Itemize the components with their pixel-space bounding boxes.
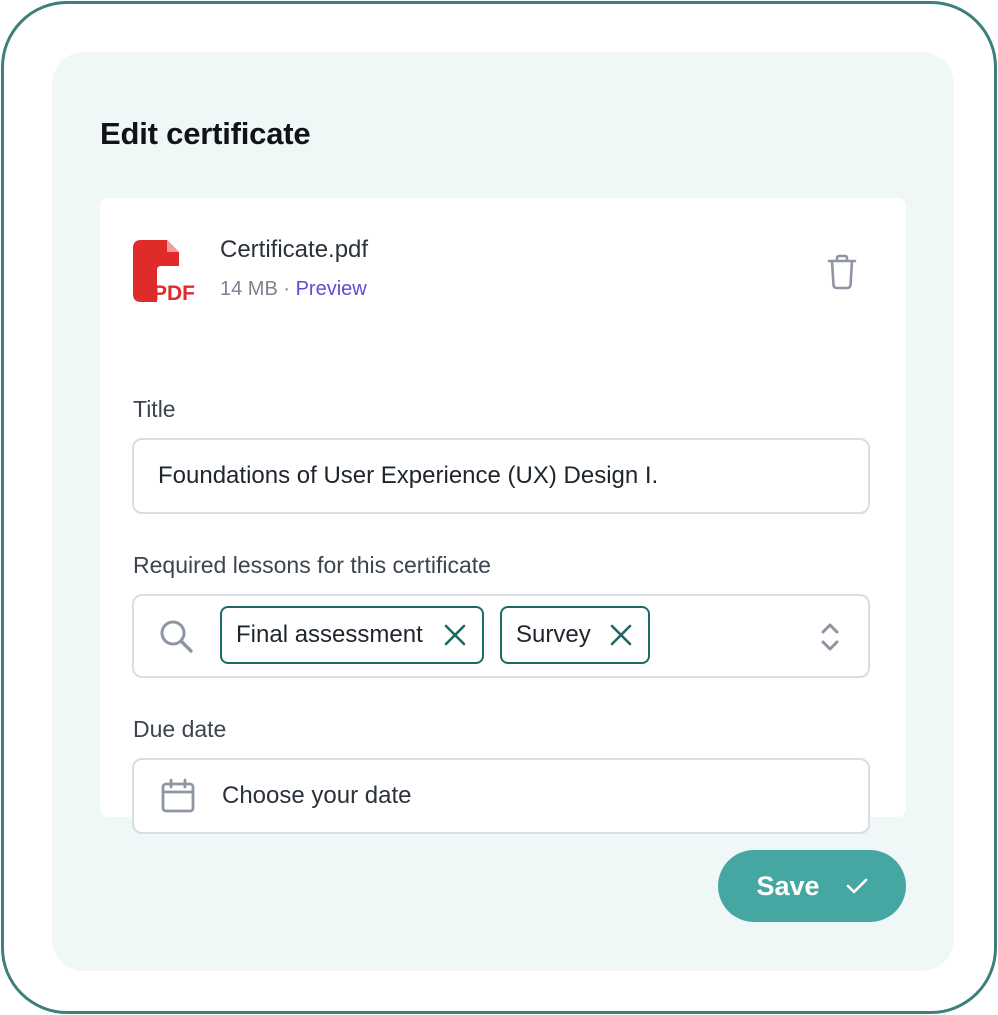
save-button[interactable]: Save [718, 850, 906, 922]
lesson-chip[interactable]: Final assessment [220, 606, 484, 664]
edit-certificate-panel: Edit certificate PDF Certificate.pdf 14 … [52, 52, 954, 971]
lesson-chip-label: Final assessment [236, 621, 423, 648]
outer-frame: Edit certificate PDF Certificate.pdf 14 … [1, 1, 997, 1014]
search-icon [160, 620, 193, 653]
file-meta-separator: · [277, 278, 296, 300]
trash-icon [827, 254, 857, 290]
chevron-up-down-icon[interactable] [816, 620, 844, 654]
pdf-file-icon: PDF [133, 240, 195, 302]
check-icon [846, 878, 867, 894]
title-label: Title [133, 396, 176, 422]
file-meta: 14 MB · Preview [220, 278, 367, 301]
title-input[interactable]: Foundations of User Experience (UX) Desi… [132, 438, 870, 514]
lesson-chip[interactable]: Survey [500, 606, 650, 664]
page-title: Edit certificate [100, 116, 311, 151]
close-icon [444, 624, 466, 646]
delete-file-button[interactable] [820, 250, 864, 294]
pdf-badge-text: PDF [153, 282, 195, 302]
lesson-chip-label: Survey [516, 621, 591, 648]
due-date-label: Due date [133, 716, 227, 742]
remove-chip-button[interactable] [441, 621, 469, 649]
due-date-placeholder: Choose your date [222, 782, 412, 809]
remove-chip-button[interactable] [607, 621, 635, 649]
preview-link[interactable]: Preview [296, 278, 367, 300]
due-date-picker[interactable]: Choose your date [132, 758, 870, 834]
close-icon [610, 624, 632, 646]
lessons-multiselect[interactable]: Final assessment Survey [132, 594, 870, 678]
file-name: Certificate.pdf [220, 236, 369, 263]
certificate-card: PDF Certificate.pdf 14 MB · Preview Titl… [100, 198, 906, 834]
calendar-icon [161, 778, 195, 813]
lessons-label: Required lessons for this certificate [133, 552, 491, 578]
save-button-label: Save [756, 870, 820, 901]
file-size: 14 MB [220, 278, 278, 300]
